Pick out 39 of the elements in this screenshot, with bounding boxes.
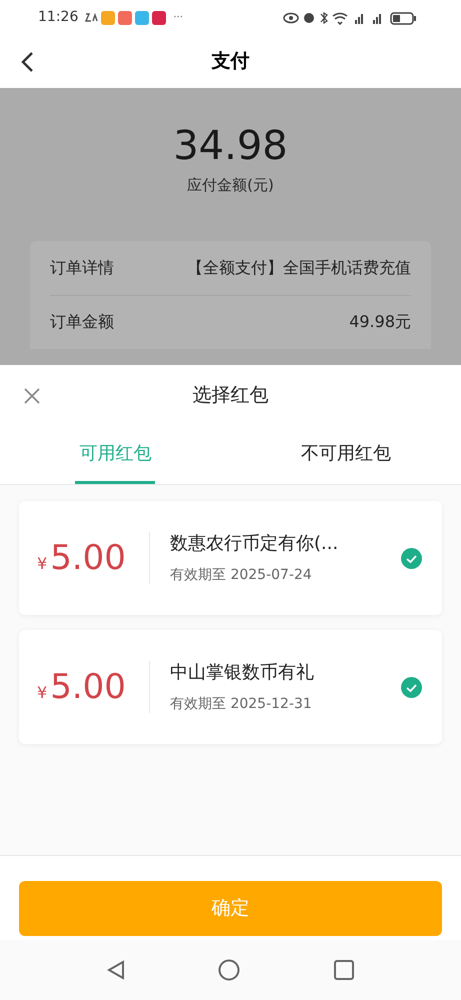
order-value: 49.98元 xyxy=(349,311,411,333)
coupon-amount: 5.00 xyxy=(50,540,126,574)
sheet-title: 选择红包 xyxy=(192,382,268,408)
back-nav-icon[interactable] xyxy=(106,960,125,980)
order-label: 订单金额 xyxy=(50,311,114,333)
eye-icon xyxy=(283,12,299,23)
coupon-card[interactable]: ¥5.00 中山掌银数币有礼 有效期至 2025-12-31 xyxy=(19,630,442,744)
check-icon[interactable] xyxy=(401,548,422,568)
amount-label: 应付金额(元) xyxy=(187,175,274,196)
check-icon[interactable] xyxy=(401,676,422,698)
battery-icon xyxy=(390,12,416,24)
app-icon xyxy=(118,10,132,24)
page-title: 支付 xyxy=(212,49,250,74)
home-nav-icon[interactable] xyxy=(218,959,240,981)
more-notifications: ··· xyxy=(173,11,183,25)
notification-icon xyxy=(85,12,98,23)
status-time: 11:26 xyxy=(38,8,78,27)
signal-icon xyxy=(355,14,363,24)
signal-icon xyxy=(373,14,381,24)
coupon-card[interactable]: ¥5.00 数惠农行币定有你(... 有效期至 2025-07-24 xyxy=(19,501,442,615)
coupon-title: 中山掌银数币有礼 xyxy=(170,661,315,685)
payment-amount: 34.98 xyxy=(173,126,288,166)
coupon-title: 数惠农行币定有你(... xyxy=(170,532,340,556)
app-icon xyxy=(101,10,116,24)
close-icon[interactable] xyxy=(24,388,40,404)
back-icon[interactable] xyxy=(20,51,34,73)
wifi-icon xyxy=(332,12,348,24)
currency-symbol: ¥ xyxy=(37,552,48,574)
coupon-expiry: 有效期至 2025-07-24 xyxy=(170,566,313,585)
app-icon xyxy=(152,10,166,24)
app-icon xyxy=(135,10,150,24)
order-value: 【全额支付】全国手机话费充值 xyxy=(187,256,411,278)
bluetooth-icon xyxy=(320,11,328,24)
coupon-expiry: 有效期至 2025-12-31 xyxy=(170,695,313,714)
currency-symbol: ¥ xyxy=(37,682,48,704)
recents-nav-icon[interactable] xyxy=(334,960,354,980)
coupon-tab[interactable]: 不可用红包 xyxy=(296,425,395,484)
coupon-amount: 5.00 xyxy=(50,670,126,704)
order-label: 订单详情 xyxy=(50,256,114,278)
